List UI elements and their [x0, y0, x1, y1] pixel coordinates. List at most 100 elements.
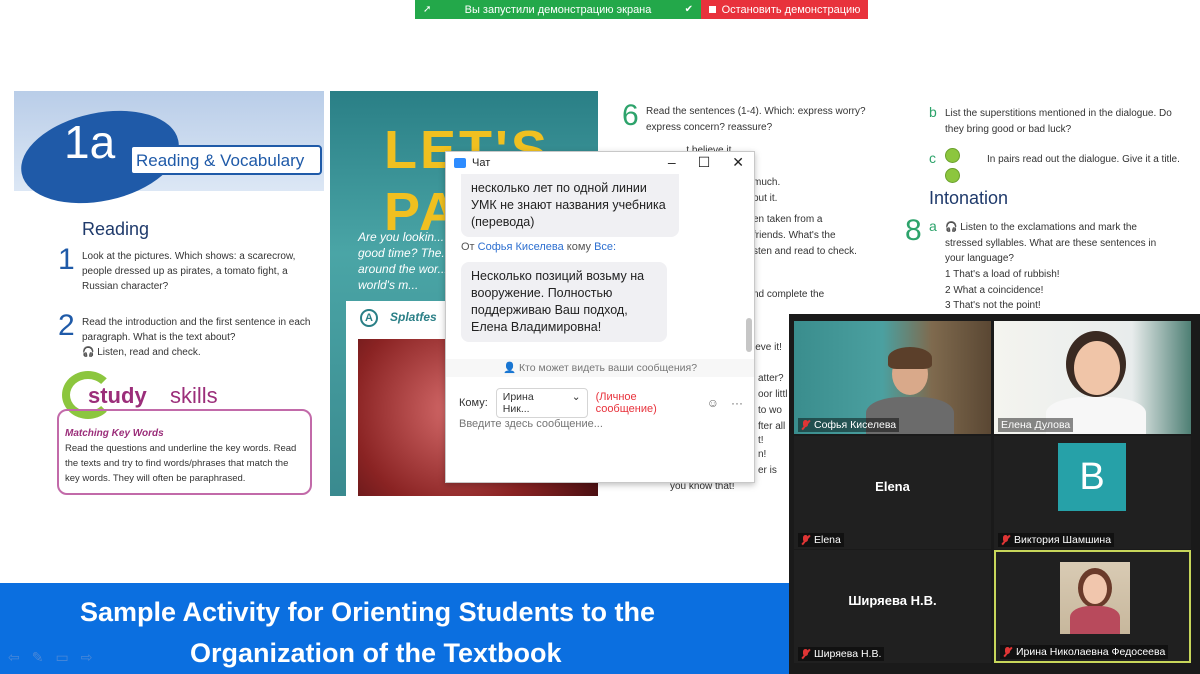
stop-share-button[interactable]: Остановить демонстрацию — [701, 0, 868, 19]
participant-name-text: Elena — [814, 534, 841, 546]
sender-name[interactable]: Софья Киселева — [478, 241, 564, 253]
textbook-page-1: 1a Reading & Vocabulary Reading 1 Look a… — [12, 91, 324, 496]
sharing-status[interactable]: ➚ Вы запустили демонстрацию экрана ✔ — [415, 0, 701, 19]
mic-muted-icon — [801, 420, 810, 430]
participant-avatar: В — [1058, 443, 1126, 511]
participant-tile[interactable]: Софья Киселева — [794, 321, 991, 434]
participant-name-text: Виктория Шамшина — [1014, 534, 1112, 546]
skill-heading: Matching Key Words — [65, 428, 164, 439]
chat-icon — [454, 158, 466, 168]
participant-tile[interactable]: Елена Дулова — [994, 321, 1191, 434]
exercise-number: 1 — [58, 243, 75, 276]
participant-video-panel: Софья Киселева Елена Дулова Elena Elena … — [789, 314, 1200, 674]
exercise-number: 2 — [58, 309, 75, 342]
page3-line: friends. What's the — [753, 230, 836, 241]
participant-name: Софья Киселева — [798, 418, 900, 432]
exercise-text: Read the introduction and the first sent… — [82, 317, 311, 343]
participant-tile[interactable]: В Виктория Шамшина — [994, 436, 1191, 549]
more-icon[interactable]: ··· — [731, 396, 743, 410]
slide-controls: ⇦ ✎ ▭ ⇨ — [8, 648, 118, 666]
exercise-text: Read the sentences (1-4). Which: express… — [646, 106, 866, 133]
page3-line: nd complete the — [753, 289, 825, 300]
chevron-down-icon: ⌄ — [571, 391, 581, 403]
page3-line: much. — [753, 177, 781, 188]
listen-text: Listen, read and check. — [97, 347, 201, 358]
participant-name-text: Ширяева Н.В. — [814, 648, 882, 660]
participant-name-text: Ирина Николаевна Федосеева — [1016, 646, 1166, 658]
skills-word: skills — [170, 383, 218, 408]
message-input[interactable] — [459, 415, 743, 433]
chat-titlebar[interactable]: Чат – ☐ ✕ — [446, 152, 754, 174]
lesson-number: 1a — [64, 116, 116, 168]
section-heading: Reading — [82, 219, 150, 239]
chat-window[interactable]: Чат – ☐ ✕ несколько лет по одной линии У… — [445, 151, 755, 483]
who-can-see-link[interactable]: 👤 Кто может видеть ваши сообщения? — [446, 359, 754, 377]
window-controls: – ☐ ✕ — [668, 154, 744, 171]
section-badge: A — [360, 309, 378, 327]
participant-center-name: Ширяева Н.В. — [848, 592, 937, 608]
page3-line: out it. — [753, 193, 778, 204]
page3-line: oor littl — [758, 389, 788, 400]
screen-share-view: ➚ Вы запустили демонстрацию экрана ✔ Ост… — [0, 0, 1200, 674]
participant-name: Elena — [798, 533, 844, 547]
exercise-letter: a — [929, 218, 937, 234]
from-prefix: От — [461, 241, 475, 253]
participant-face — [1074, 341, 1120, 395]
participant-name: Ирина Николаевна Федосеева — [1000, 645, 1169, 659]
participant-tile-active[interactable]: Ирина Николаевна Федосеева — [994, 550, 1191, 663]
participant-body — [1070, 606, 1120, 634]
exercise-text: List the superstitions mentioned in the … — [945, 108, 1172, 135]
mic-muted-icon — [1003, 647, 1012, 657]
message-sender: От Софья Киселева кому Все: — [461, 241, 616, 253]
participant-name: Елена Дулова — [998, 418, 1074, 432]
recipient-all[interactable]: Все: — [594, 241, 616, 253]
list-item: 1 That's a load of rubbish! — [945, 269, 1060, 280]
minimize-icon[interactable]: – — [668, 154, 676, 171]
slides-icon[interactable]: ▭ — [55, 649, 68, 666]
study-word: study — [88, 383, 147, 408]
participant-name-text: Елена Дулова — [1001, 419, 1071, 431]
participant-name: Виктория Шамшина — [998, 533, 1115, 547]
page3-line: en taken from a — [753, 214, 823, 225]
screen-share-bar: ➚ Вы запустили демонстрацию экрана ✔ Ост… — [415, 0, 868, 19]
textbook-page-4: b List the superstitions mentioned in th… — [905, 98, 1190, 318]
recipient-select[interactable]: Ирина Ник... ⌄ — [495, 388, 588, 418]
forward-arrow-icon[interactable]: ⇨ — [81, 649, 93, 666]
stop-icon — [708, 6, 716, 13]
section-title: Splatfes — [390, 310, 437, 324]
headphones-icon: 🎧 — [82, 347, 95, 358]
listen-instruction: 🎧 Listen, read and check. — [82, 345, 318, 360]
slide-title-line-2: Organization of the Textbook — [190, 638, 562, 668]
close-icon[interactable]: ✕ — [732, 154, 744, 171]
pair-work-icon — [945, 148, 975, 183]
pen-icon[interactable]: ✎ — [32, 649, 44, 666]
stop-share-label: Остановить демонстрацию — [721, 3, 861, 16]
maximize-icon[interactable]: ☐ — [698, 154, 711, 171]
participant-face — [1083, 574, 1107, 604]
skill-text: Read the questions and underline the key… — [65, 443, 297, 484]
mic-muted-icon — [801, 535, 810, 545]
headphones-icon: 🎧 — [945, 222, 958, 233]
study-skills-box: Matching Key Words Read the questions an… — [57, 409, 312, 495]
people-icon: 👤 — [502, 362, 517, 374]
exercise-letter: c — [929, 150, 936, 166]
participant-tile[interactable]: Ширяева Н.В. Ширяева Н.В. — [794, 550, 991, 663]
to-word: кому — [566, 241, 592, 253]
back-arrow-icon[interactable]: ⇦ — [8, 649, 20, 666]
emoji-icon[interactable]: ☺ — [707, 396, 719, 410]
mic-muted-icon — [1001, 535, 1010, 545]
participant-tile[interactable]: Elena Elena — [794, 436, 991, 549]
list-item: 3 That's not the point! — [945, 300, 1041, 311]
lesson-title: Reading & Vocabulary — [130, 145, 322, 175]
shield-check-icon: ✔ — [684, 4, 693, 15]
private-message-label: (Личное сообщение) — [595, 391, 657, 415]
participant-name-text: Софья Киселева — [814, 419, 897, 431]
chat-scrollbar[interactable] — [746, 318, 752, 352]
recipient-value: Ирина Ник... — [502, 391, 534, 415]
who-can-see-text: Кто может видеть ваши сообщения? — [518, 362, 698, 374]
chat-tools: ☺ ··· — [707, 396, 743, 410]
participant-center-name: Elena — [875, 478, 910, 494]
mic-muted-icon — [801, 649, 810, 659]
exercise-text-body: Listen to the exclamations and mark the … — [945, 222, 1157, 264]
to-label: Кому: — [459, 397, 488, 409]
